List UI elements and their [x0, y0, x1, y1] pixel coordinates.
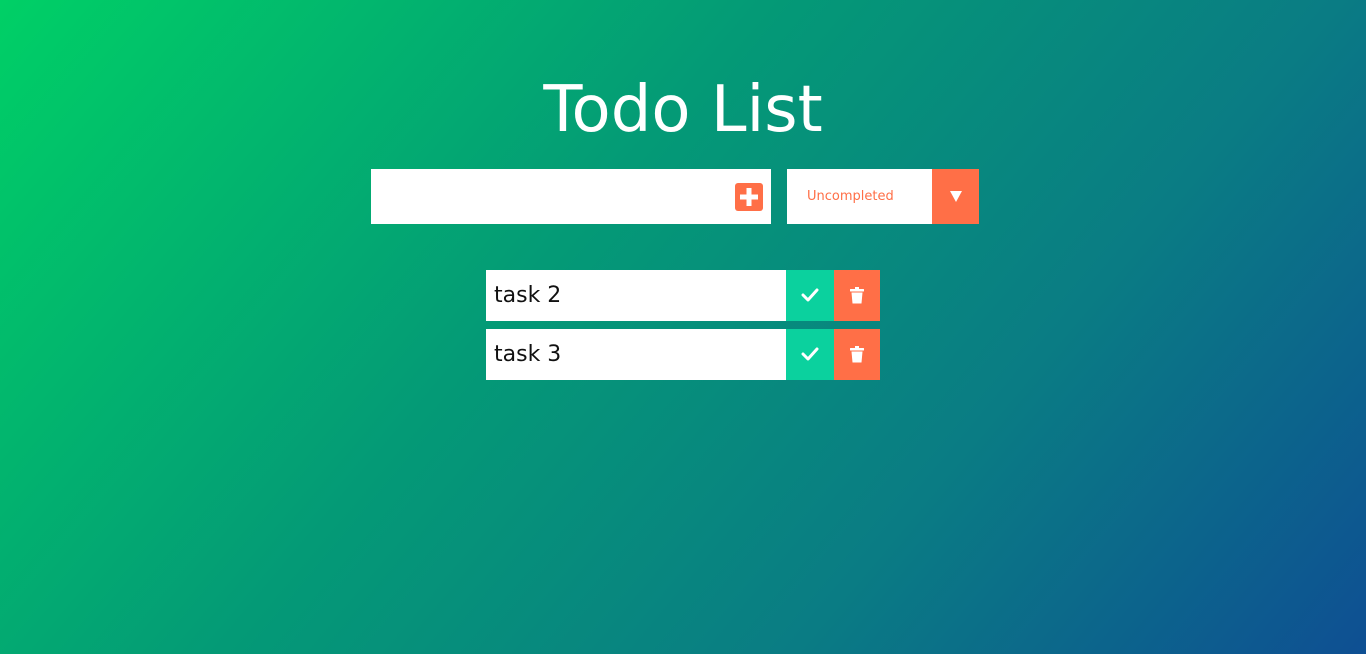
caret-down-icon	[949, 191, 962, 202]
todo-input[interactable]	[371, 169, 726, 224]
todo-text: task 2	[494, 283, 562, 308]
todo-input-container	[371, 169, 771, 224]
complete-button[interactable]	[786, 329, 834, 380]
trash-icon	[850, 287, 864, 304]
filter-select[interactable]: Uncompleted	[787, 169, 979, 224]
filter-dropdown-toggle[interactable]	[932, 169, 979, 224]
page-title: Todo List	[543, 72, 823, 147]
check-icon	[801, 347, 819, 361]
filter-selected-value: Uncompleted	[807, 189, 894, 204]
complete-button[interactable]	[786, 270, 834, 321]
todo-form: Uncompleted	[371, 169, 979, 224]
trash-icon	[850, 346, 864, 363]
check-icon	[801, 288, 819, 302]
delete-button[interactable]	[834, 329, 880, 380]
todo-item: task 2	[486, 270, 880, 321]
delete-button[interactable]	[834, 270, 880, 321]
todo-list: task 2 task 3	[486, 270, 880, 388]
todo-item: task 3	[486, 329, 880, 380]
plus-square-icon	[740, 188, 758, 206]
add-todo-button[interactable]	[735, 183, 763, 211]
todo-text: task 3	[494, 342, 562, 367]
